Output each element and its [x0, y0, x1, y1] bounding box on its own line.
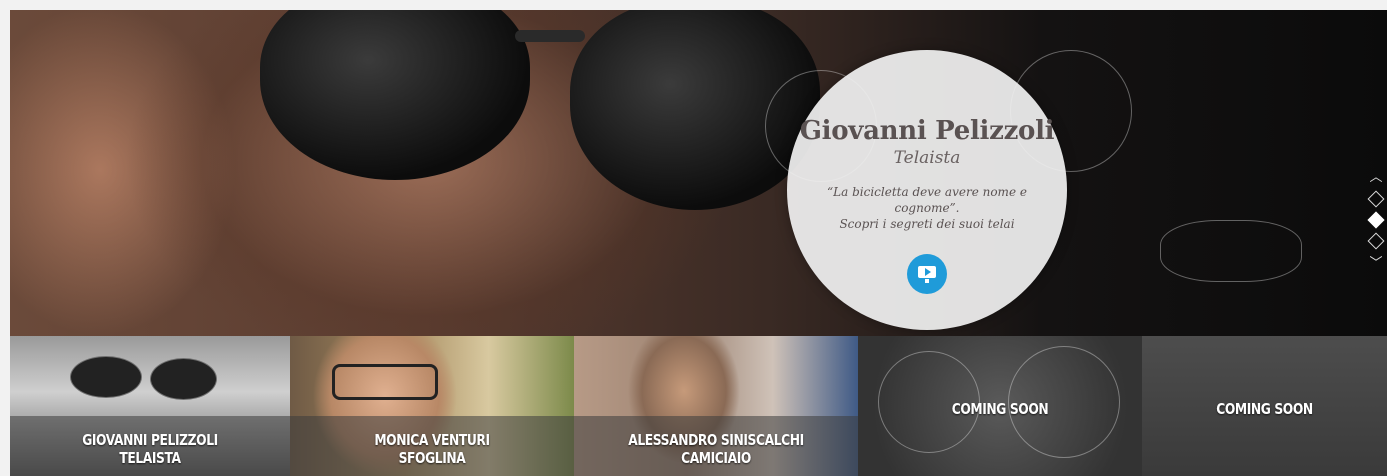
- tile-title: COMING SOON: [951, 400, 1049, 418]
- tile-title: ALESSANDRO SINISCALCHI: [628, 431, 804, 449]
- tile-coming-soon-2[interactable]: COMING SOON: [1142, 336, 1387, 476]
- tile-subtitle: TELAISTA: [119, 449, 181, 467]
- sketch-scribble: [1160, 220, 1302, 282]
- hero-quote: “La bicicletta deve avere nome e cognome…: [827, 184, 1027, 232]
- tile-giovanni-pelizzoli[interactable]: GIOVANNI PELIZZOLI TELAISTA: [10, 336, 290, 476]
- hero-info-circle: Giovanni Pelizzoli Telaista “La biciclet…: [787, 50, 1067, 330]
- tile-subtitle: SFOGLINA: [398, 449, 466, 467]
- play-video-button[interactable]: [907, 254, 947, 294]
- tile-photo-glasses: [332, 364, 438, 400]
- slider-dot-3[interactable]: [1367, 232, 1385, 250]
- hero-photo-left-lens: [260, 10, 530, 180]
- tile-title: GIOVANNI PELIZZOLI: [82, 431, 218, 449]
- slider-nav: ︿ ﹀: [1365, 170, 1387, 270]
- hero-quote-line: “La bicicletta deve avere nome e: [827, 185, 1027, 199]
- artisan-tiles: GIOVANNI PELIZZOLI TELAISTA MONICA VENTU…: [10, 336, 1387, 476]
- tile-title: MONICA VENTURI: [374, 431, 490, 449]
- hero-photo-glasses-bridge: [515, 30, 585, 42]
- slider-down-arrow-icon[interactable]: ﹀: [1365, 256, 1387, 270]
- hero-quote-line: Scopri i segreti dei suoi telai: [839, 217, 1015, 231]
- play-triangle-icon: [925, 268, 931, 276]
- tile-photo-lens: [70, 356, 142, 398]
- hero-slide: Giovanni Pelizzoli Telaista “La biciclet…: [10, 10, 1387, 336]
- slider-dot-2[interactable]: [1367, 211, 1385, 229]
- tile-photo-lens: [150, 358, 217, 400]
- screen-stand-icon: [925, 279, 929, 283]
- tile-title: COMING SOON: [1216, 400, 1313, 418]
- tile-coming-soon-1[interactable]: COMING SOON: [858, 336, 1142, 476]
- slider-up-arrow-icon[interactable]: ︿: [1365, 170, 1387, 184]
- top-bar: [0, 0, 1387, 10]
- tile-alessandro-siniscalchi[interactable]: ALESSANDRO SINISCALCHI CAMICIAIO: [574, 336, 858, 476]
- hero-name: Giovanni Pelizzoli: [799, 116, 1055, 146]
- slider-dot-1[interactable]: [1367, 190, 1385, 208]
- hero-quote-line: cognome”.: [894, 201, 960, 215]
- tile-subtitle: CAMICIAIO: [681, 449, 751, 467]
- hero-role: Telaista: [893, 148, 961, 168]
- tile-monica-venturi[interactable]: MONICA VENTURI SFOGLINA: [290, 336, 574, 476]
